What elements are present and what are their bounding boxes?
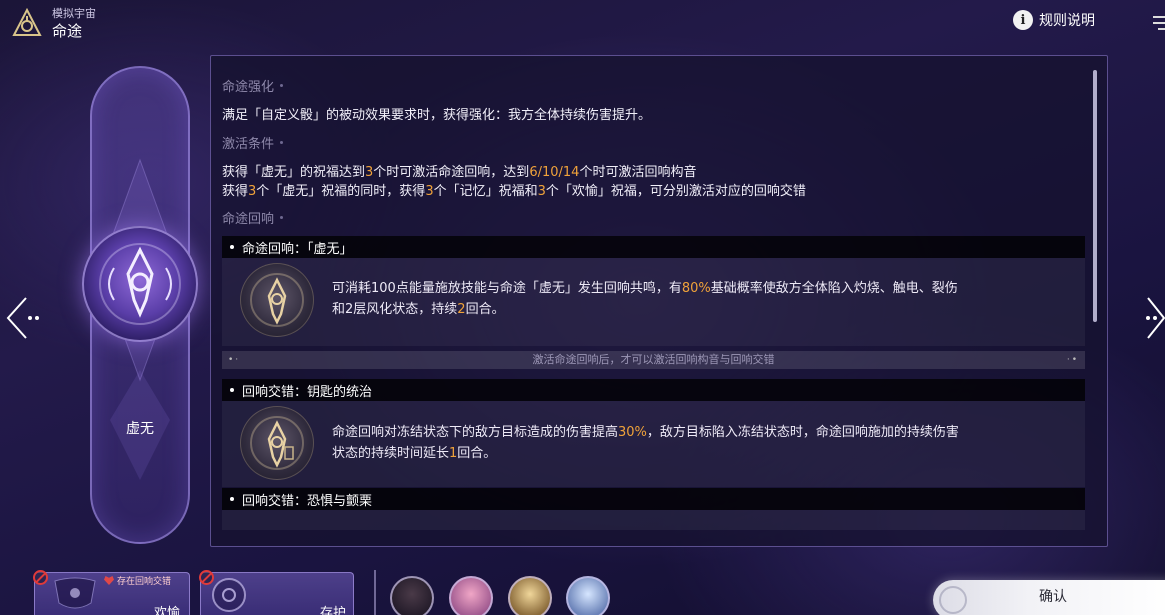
confirm-button[interactable]: 确认 [933, 580, 1165, 615]
highlight-value: 2 [457, 302, 466, 317]
entry-text-line: 命途回响对冻结状态下的敌方目标造成的伤害提高30%，敌方目标陷入冻结状态时，命途… [332, 422, 1072, 443]
next-path-arrow-icon[interactable] [1138, 294, 1165, 342]
interplay-entry-body-2 [222, 510, 1085, 530]
highlight-value: 3 [425, 184, 434, 199]
text-span: 和2层风化状态，持续 [332, 302, 458, 317]
nihility-emblem-icon [82, 226, 198, 342]
entry-title: 回响交错：恐惧与颤栗 [242, 493, 373, 509]
disabled-icon [199, 570, 214, 585]
section-heading-text: 命途回响 [222, 212, 275, 227]
text-span: ，敌方目标陷入冻结状态时，命途回响施加的持续伤害 [646, 425, 959, 440]
tag-text: 存在回响交错 [117, 577, 172, 587]
simulated-universe-logo-icon [12, 8, 42, 36]
notice-text: 激活命途回响后，才可以激活回响构音与回响交错 [532, 353, 775, 366]
scrollbar[interactable] [1093, 70, 1097, 322]
entry-text-line: 和2层风化状态，持续2回合。 [332, 299, 1072, 320]
text-span: 个「欢愉」祝福，可分别激活对应的回响交错 [545, 184, 806, 199]
section-heading-resonance: 命途回响 [222, 208, 284, 227]
text-span: 回合。 [457, 446, 497, 461]
rules-label: 规则说明 [1039, 13, 1095, 29]
section-heading-text: 激活条件 [222, 137, 275, 152]
enhance-text: 满足「自定义骰」的被动效果要求时，获得强化：我方全体持续伤害提升。 [222, 108, 652, 123]
menu-icon[interactable] [1150, 12, 1165, 34]
page-title: 命途 [52, 22, 83, 40]
entry-text-line: 状态的持续时间延长1回合。 [332, 443, 1072, 464]
resonance-skill-icon [240, 263, 314, 337]
interplay-entry-header-2[interactable]: 回响交错：恐惧与颤栗 [222, 488, 1085, 510]
info-icon: i [1013, 10, 1033, 30]
text-span: 个时可激活命途回响，达到 [373, 165, 530, 180]
activation-line-2: 获得3个「虚无」祝福的同时，获得3个「记忆」祝福和3个「欢愉」祝福，可分别激活对… [222, 180, 806, 199]
character-portrait-1[interactable] [390, 576, 434, 615]
heart-icon [104, 576, 114, 585]
highlight-value: 80% [681, 281, 711, 296]
text-span: 获得「虚无」的祝福达到 [222, 165, 366, 180]
rules-button[interactable]: i 规则说明 [1013, 10, 1095, 30]
text-span: 获得 [222, 184, 249, 199]
resonance-entry-header[interactable]: 命途回响：「虚无」 [222, 236, 1085, 258]
interplay-entry-header[interactable]: 回响交错：钥匙的统治 [222, 379, 1085, 401]
activation-notice-bar: •· 激活命途回响后，才可以激活回响构音与回响交错 ·• [222, 351, 1085, 369]
divider [374, 570, 376, 615]
highlight-value: 3 [537, 184, 546, 199]
highlight-value: 6/10/14 [529, 165, 580, 180]
interplay-skill-icon [240, 406, 314, 480]
text-span: 个「虚无」祝福的同时，获得 [256, 184, 426, 199]
text-span: 个「记忆」祝福和 [433, 184, 538, 199]
character-portrait-4[interactable] [566, 576, 610, 615]
text-span: 可消耗100点能量施放技能与命途「虚无」发生回响共鸣，有 [332, 281, 682, 296]
interplay-entry-text: 命途回响对冻结状态下的敌方目标造成的伤害提高30%，敌方目标陷入冻结状态时，命途… [332, 422, 1072, 464]
entry-title: 命途回响：「虚无」 [242, 241, 353, 257]
character-portrait-2[interactable] [449, 576, 493, 615]
confirm-label: 确认 [1039, 589, 1067, 605]
entry-text-line: 可消耗100点能量施放技能与命途「虚无」发生回响共鸣，有80%基础概率使敌方全体… [332, 278, 1072, 299]
section-heading-activation: 激活条件 [222, 133, 284, 152]
text-span: 基础概率使敌方全体陷入灼烧、触电、裂伤 [710, 281, 958, 296]
confirm-decoration-icon [939, 586, 967, 614]
interplay-tag: 存在回响交错 [104, 574, 171, 587]
highlight-value: 30% [618, 425, 647, 440]
previous-path-arrow-icon[interactable] [4, 294, 48, 342]
breadcrumb: 模拟宇宙 [52, 7, 96, 20]
section-heading-text: 命途强化 [222, 80, 275, 95]
slot-label-elation: 欢愉 [154, 606, 181, 615]
disabled-icon [33, 570, 48, 585]
text-span: 命途回响对冻结状态下的敌方目标造成的伤害提高 [332, 425, 619, 440]
text-span: 回合。 [465, 302, 505, 317]
text-span: 个时可激活回响构音 [579, 165, 697, 180]
text-span: 状态的持续时间延长 [332, 446, 450, 461]
activation-line-1: 获得「虚无」的祝福达到3个时可激活命途回响，达到6/10/14个时可激活回响构音 [222, 161, 696, 180]
section-heading-enhance: 命途强化 [222, 76, 284, 95]
entry-title: 回响交错：钥匙的统治 [242, 384, 373, 400]
slot-label-preservation: 存护 [320, 606, 347, 615]
character-portrait-3[interactable] [508, 576, 552, 615]
resonance-entry-text: 可消耗100点能量施放技能与命途「虚无」发生回响共鸣，有80%基础概率使敌方全体… [332, 278, 1072, 320]
path-name: 虚无 [126, 421, 154, 437]
